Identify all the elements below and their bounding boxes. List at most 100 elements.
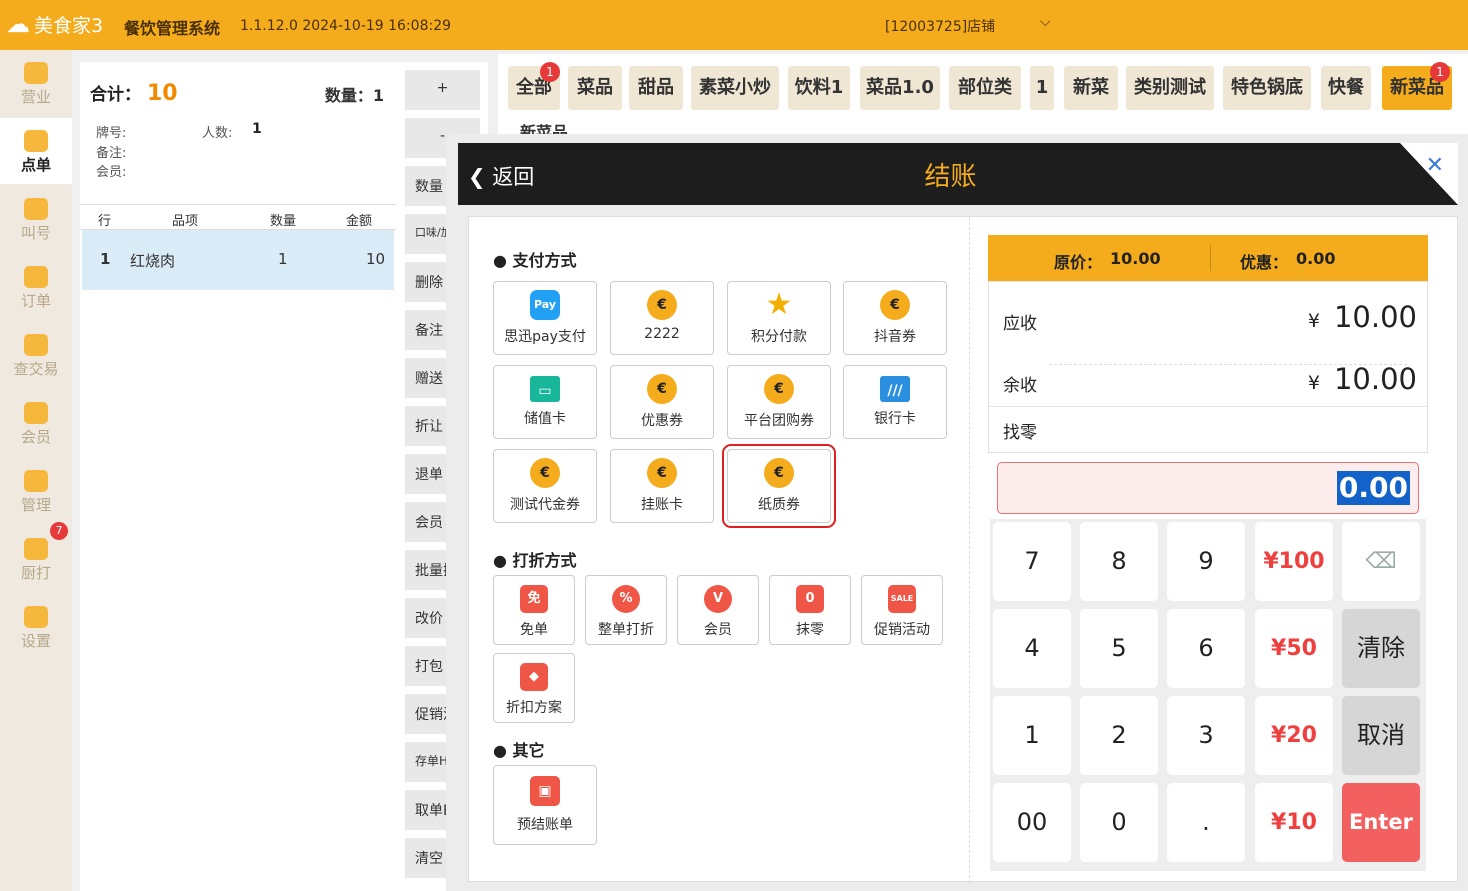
pay-method-sixun[interactable]: Pay 思迅pay支付 [493, 281, 597, 355]
cancel-key[interactable]: 取消 [1342, 696, 1420, 775]
diamond-icon [24, 402, 48, 424]
dialog-body: ● 支付方式 Pay 思迅pay支付 €2222 ★ 积分付款 € 抖音券 ▭ 储值卡 … [468, 216, 1458, 883]
discount-promotion[interactable]: SALE 促销活动 [861, 575, 943, 645]
sidebar-item-transactions[interactable]: 查交易 [0, 322, 72, 388]
pay-method-points[interactable]: ★ 积分付款 [727, 281, 831, 355]
key-7[interactable]: 7 [993, 522, 1071, 601]
pay-icon: Pay [530, 290, 560, 320]
order-panel: 合计： 10 数量：1 牌号: 人数: 1 备注: 会员: 行 品项 数量 金额 … [80, 62, 396, 891]
key-5[interactable]: 5 [1080, 609, 1158, 688]
app-logo: ☁ 美食家3 [6, 10, 104, 38]
col-item: 品项 [172, 214, 199, 229]
sale-icon: SALE [888, 585, 916, 613]
pay-method-group-buy[interactable]: € 平台团购券 [727, 365, 831, 439]
category-tab[interactable]: 特色锅底 [1223, 66, 1311, 110]
key-20[interactable]: ¥20 [1255, 696, 1333, 775]
discount-plan[interactable]: ◆ 折扣方案 [493, 653, 575, 723]
sidebar-item-settings[interactable]: 设置 [0, 594, 72, 660]
category-tab[interactable]: 全部 1 [508, 62, 560, 110]
sidebar-item-orders[interactable]: 订单 [0, 254, 72, 320]
category-tab[interactable]: 新菜 [1064, 66, 1118, 110]
pay-method-bank-card[interactable]: ///银行卡 [843, 365, 947, 439]
pay-method-paper-voucher[interactable]: € 纸质券 [722, 444, 836, 528]
category-badge: 1 [540, 62, 560, 82]
key-3[interactable]: 3 [1167, 696, 1245, 775]
discount-free[interactable]: 免免单 [493, 575, 575, 645]
coin-icon: € [647, 374, 677, 404]
plus-button[interactable]: + [405, 70, 480, 110]
key-00[interactable]: 00 [993, 783, 1071, 862]
category-tab[interactable]: 菜品 [568, 66, 622, 110]
chevron-down-icon[interactable]: ⌵ [1040, 14, 1051, 30]
printer-icon [24, 538, 48, 560]
amount-input[interactable]: 0.00 [997, 462, 1419, 514]
sidebar: 营业 点单 叫号 订单 查交易 会员 管理 厨打 7 设置 [0, 50, 72, 891]
category-tab-active[interactable]: 新菜品 1 [1382, 62, 1452, 110]
star-icon: ★ [765, 287, 793, 322]
key-10[interactable]: ¥10 [1255, 783, 1333, 862]
number-icon [24, 198, 48, 220]
sidebar-item-order[interactable]: 点单 [0, 118, 72, 184]
pre-settle-bill[interactable]: ▣ 预结账单 [493, 765, 597, 845]
key-50[interactable]: ¥50 [1255, 609, 1333, 688]
key-8[interactable]: 8 [1080, 522, 1158, 601]
sidebar-item-call-number[interactable]: 叫号 [0, 186, 72, 252]
other-section-title: ● 其它 [493, 741, 545, 760]
sidebar-item-kitchen-print[interactable]: 厨打 7 [0, 522, 72, 592]
order-table-header: 行 品项 数量 金额 [80, 204, 396, 230]
clear-key[interactable]: 清除 [1342, 609, 1420, 688]
pay-method-coupon[interactable]: € 优惠券 [610, 365, 714, 439]
category-tab[interactable]: 素菜小炒 [691, 66, 779, 110]
close-icon[interactable]: ✕ [1426, 153, 1444, 178]
list-icon [24, 266, 48, 288]
backspace-icon[interactable]: ⌫ [1342, 522, 1420, 601]
key-6[interactable]: 6 [1167, 609, 1245, 688]
pay-method-test-voucher[interactable]: € 测试代金券 [493, 449, 597, 523]
original-price: 10.00 [1110, 249, 1161, 268]
order-quantity: 数量：1 [324, 86, 384, 105]
store-selector[interactable]: [12003725]店铺 [885, 16, 995, 36]
pay-method-credit-card[interactable]: € 挂账卡 [610, 449, 714, 523]
coin-icon: € [647, 458, 677, 488]
category-tab[interactable]: 菜品1.0 [860, 66, 940, 110]
discount-whole-order[interactable]: % 整单打折 [585, 575, 667, 645]
tag-icon: ◆ [520, 663, 548, 691]
dialog-header: ❮ 返回 结账 ✕ [458, 143, 1458, 205]
category-tab[interactable]: 类别测试 [1126, 66, 1214, 110]
pay-method-douyin[interactable]: € 抖音券 [843, 281, 947, 355]
pay-method-stored-card[interactable]: ▭ 储值卡 [493, 365, 597, 439]
category-bar: 全部 1 菜品 甜品 素菜小炒 饮料1 菜品1.0 部位类 1 新菜 类别测试 特… [498, 54, 1468, 144]
discount-round-off[interactable]: 0 抹零 [769, 575, 851, 645]
category-tab[interactable]: 甜品 [629, 66, 683, 110]
discount-section-title: ● 打折方式 [493, 551, 577, 570]
search-icon [24, 334, 48, 356]
sidebar-item-member[interactable]: 会员 [0, 390, 72, 456]
keypad: 7 8 9 ¥100 ⌫ 4 5 6 ¥50 清除 1 2 3 ¥20 取消 0… [990, 519, 1426, 871]
key-0[interactable]: 0 [1080, 783, 1158, 862]
discount-member[interactable]: V 会员 [677, 575, 759, 645]
row-number: 1 [100, 250, 111, 268]
category-tab[interactable]: 饮料1 [788, 66, 850, 110]
coin-icon: € [764, 374, 794, 404]
category-tab[interactable]: 1 [1030, 66, 1054, 110]
manage-icon [24, 470, 48, 492]
people-value: 1 [252, 121, 262, 137]
key-1[interactable]: 1 [993, 696, 1071, 775]
order-quantity-value: 1 [372, 86, 384, 105]
key-2[interactable]: 2 [1080, 696, 1158, 775]
sidebar-item-manage[interactable]: 管理 [0, 458, 72, 524]
sidebar-item-business[interactable]: 营业 [0, 50, 72, 116]
category-tab[interactable]: 快餐 [1321, 66, 1371, 110]
balance-label: 余收 [1003, 376, 1037, 396]
category-tab[interactable]: 部位类 [949, 66, 1021, 110]
key-dot[interactable]: . [1167, 783, 1245, 862]
coin-icon: € [647, 290, 677, 320]
pay-method-2222[interactable]: €2222 [610, 281, 714, 355]
key-4[interactable]: 4 [993, 609, 1071, 688]
hand-pointer-icon [24, 130, 48, 152]
table-row[interactable]: 1 红烧肉 1 10 [82, 230, 394, 290]
key-100[interactable]: ¥100 [1255, 522, 1333, 601]
key-9[interactable]: 9 [1167, 522, 1245, 601]
note-label: 备注: [96, 146, 127, 161]
enter-key[interactable]: Enter [1342, 783, 1420, 862]
